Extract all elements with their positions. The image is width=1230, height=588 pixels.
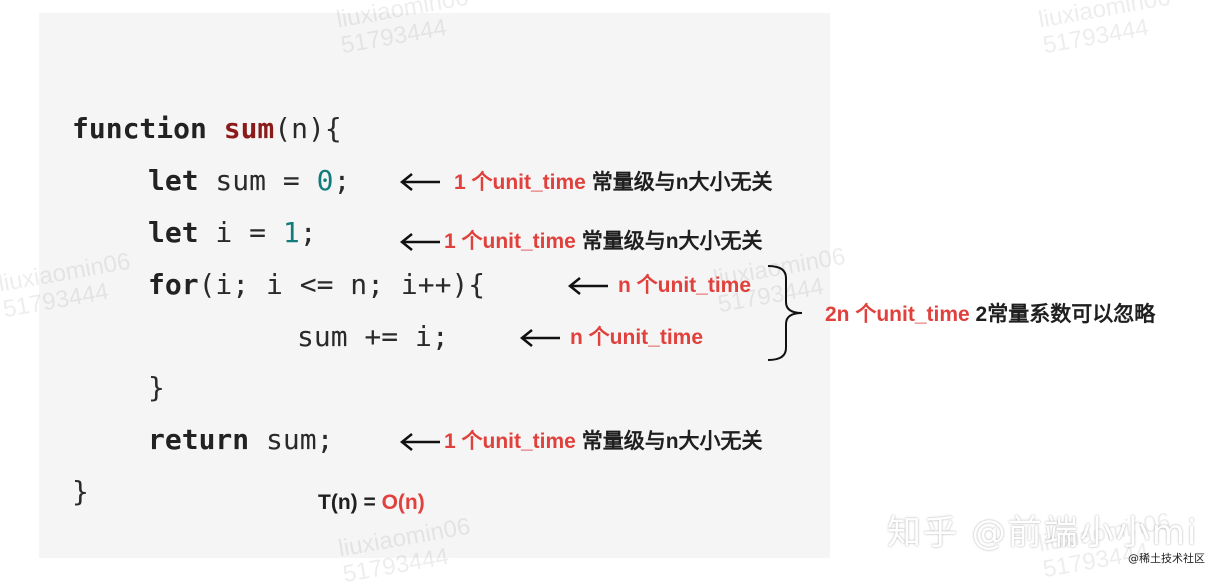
- code-line-sum-add: sum += i;: [297, 320, 449, 354]
- annotation-dark: 常量级与n大小无关: [585, 171, 773, 194]
- annotation-red: 1 个unit_time: [444, 230, 576, 253]
- function-name: sum: [223, 112, 275, 145]
- number-literal: 0: [316, 164, 334, 197]
- keyword: function: [72, 112, 207, 145]
- annotation-return: 1 个unit_time 常量级与n大小无关: [444, 429, 763, 455]
- code-text: }: [148, 371, 165, 404]
- code-text: sum += i;: [297, 320, 449, 353]
- annotation-red: 1 个unit_time: [444, 430, 576, 453]
- code-text: ;: [299, 216, 317, 249]
- code-text: }: [72, 475, 89, 508]
- left-arrow-icon: [399, 173, 440, 191]
- annotation-red: 2n 个unit_time: [825, 303, 970, 326]
- code-text: (n){: [274, 112, 342, 145]
- keyword: return: [148, 423, 250, 456]
- code-line-return: return sum;: [148, 423, 333, 457]
- zhihu-watermark: 知乎 @前端小小mi: [887, 513, 1199, 553]
- code-line-close-for: }: [148, 371, 165, 405]
- code-line-for: for(i; i <= n; i++){: [148, 268, 485, 302]
- annotation-red: 1 个unit_time: [454, 171, 586, 194]
- code-text: i =: [198, 216, 283, 249]
- annotation-sum-add: n 个unit_time: [570, 325, 703, 351]
- watermark: liuxiaomin06 51793444: [1036, 0, 1173, 60]
- annotation-brace: 2n 个unit_time 2常量系数可以忽略: [825, 302, 1155, 328]
- complexity-value: O(n): [381, 491, 425, 514]
- juejin-watermark: @稀土技术社区: [1128, 552, 1205, 565]
- annotation-dark: 常量级与n大小无关: [575, 230, 763, 253]
- right-curly-brace-icon: [767, 265, 803, 361]
- annotation-red: n 个unit_time: [618, 274, 752, 297]
- left-arrow-icon: [399, 433, 440, 451]
- code-line-close-function: }: [72, 475, 89, 509]
- annotation-red: n 个unit_time: [570, 326, 704, 349]
- left-arrow-icon: [399, 233, 440, 251]
- code-line-let-i: let i = 1;: [148, 216, 317, 250]
- annotation-dark: 常量级与n大小无关: [575, 430, 763, 453]
- complexity-result: T(n) = O(n): [318, 491, 425, 515]
- annotation-for: n 个unit_time: [618, 273, 751, 299]
- left-arrow-icon: [519, 329, 560, 347]
- code-line-let-sum: let sum = 0;: [148, 164, 350, 198]
- complexity-prefix: T(n) =: [318, 491, 382, 514]
- keyword: let: [148, 164, 199, 197]
- annotation-let-sum: 1 个unit_time 常量级与n大小无关: [454, 170, 773, 196]
- keyword: for: [148, 268, 199, 301]
- annotation-let-i: 1 个unit_time 常量级与n大小无关: [444, 229, 763, 255]
- keyword: let: [148, 216, 199, 249]
- code-line-function: function sum(n){: [72, 112, 342, 146]
- left-arrow-icon: [567, 277, 608, 295]
- number-literal: 1: [282, 216, 300, 249]
- code-text: (i; i <= n; i++){: [198, 268, 486, 301]
- annotation-dark: 2常量系数可以忽略: [969, 303, 1156, 326]
- code-text: ;: [333, 164, 351, 197]
- code-text: sum;: [249, 423, 334, 456]
- code-text: sum =: [198, 164, 317, 197]
